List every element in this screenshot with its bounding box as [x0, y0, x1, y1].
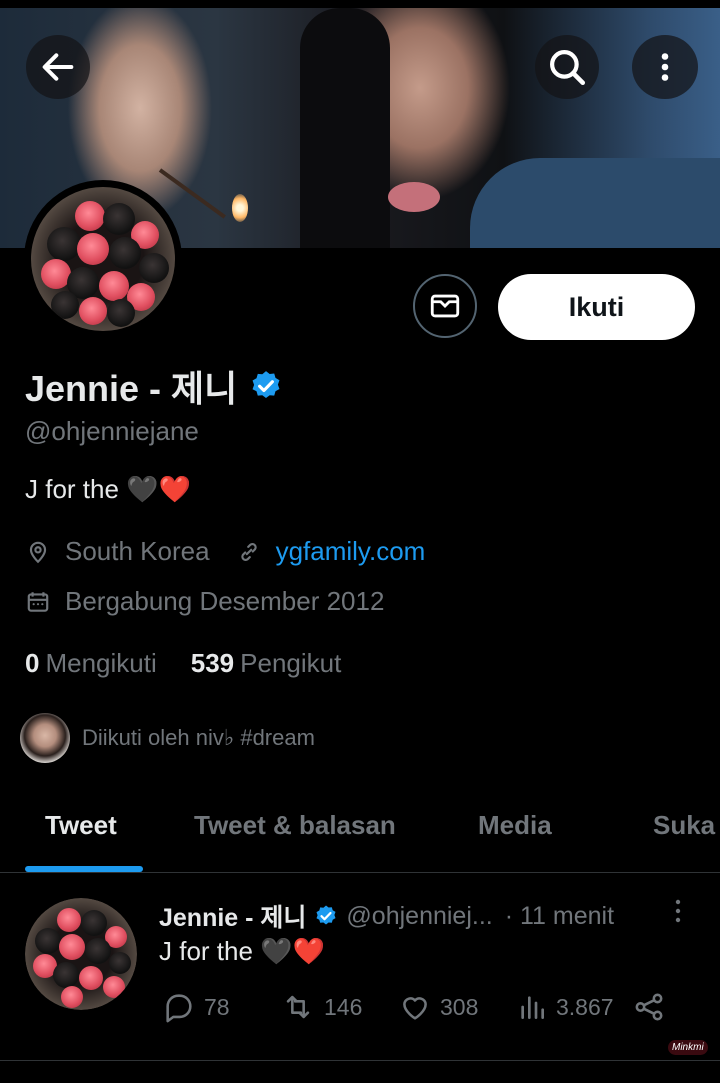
link-icon [236, 539, 262, 565]
views-action[interactable]: 3.867 [516, 990, 614, 1024]
message-button[interactable] [413, 274, 477, 338]
mail-icon [430, 294, 460, 318]
profile-stats: 0 Mengikuti 539 Pengikut [25, 648, 341, 679]
views-count: 3.867 [556, 993, 614, 1020]
followers-stat[interactable]: 539 Pengikut [191, 648, 342, 679]
more-vertical-icon [661, 53, 669, 81]
tab-media[interactable]: Media [478, 810, 552, 841]
profile-avatar[interactable] [24, 180, 182, 338]
tab-tweet[interactable]: Tweet [45, 810, 117, 841]
profile-meta-joined: Bergabung Desember 2012 [25, 586, 384, 617]
tweet-text: J for the 🖤❤️ [159, 936, 325, 966]
tweet-author-handle[interactable]: @ohjenniej... [346, 902, 492, 931]
more-button[interactable] [632, 35, 698, 99]
retweet-count: 146 [324, 993, 363, 1020]
followers-count: 539 [190, 648, 235, 678]
search-button[interactable] [535, 35, 599, 99]
retweet-action[interactable]: 146 [280, 990, 362, 1024]
following-count: 0 [25, 648, 40, 678]
following-stat[interactable]: 0 Mengikuti [25, 648, 157, 679]
banner-lips [388, 182, 440, 212]
verified-badge-icon[interactable] [249, 369, 283, 403]
arrow-left-icon [42, 53, 74, 81]
tweet-avatar-image [25, 898, 137, 1010]
profile-name: Jennie - 제니 [25, 360, 283, 412]
profile-tabs: Tweet Tweet & balasan Media Suka [0, 790, 720, 873]
location-text: South Korea [65, 536, 210, 566]
followed-by-text: Diikuti oleh niv♭ #dream [82, 725, 315, 750]
banner-jacket [470, 158, 720, 248]
follower-avatar [20, 713, 70, 763]
views-icon [521, 996, 544, 1019]
profile-name-text: Jennie - 제니 [25, 368, 238, 409]
tweet-header: Jennie - 제니 @ohjenniej... · 11 menit [159, 898, 614, 934]
active-tab-indicator [25, 866, 143, 872]
search-icon [550, 50, 586, 86]
followers-label: Pengikut [240, 648, 342, 678]
followed-by-row[interactable]: Diikuti oleh niv♭ #dream [20, 713, 315, 763]
tab-likes[interactable]: Suka [653, 810, 715, 841]
verified-badge-icon [316, 905, 336, 925]
following-label: Mengikuti [45, 648, 157, 678]
follow-button[interactable]: Ikuti [498, 274, 695, 340]
tweet-avatar[interactable] [25, 898, 137, 1010]
share-action[interactable] [632, 990, 666, 1024]
banner-hair [300, 8, 390, 248]
tweet-author-name[interactable]: Jennie - 제니 [159, 898, 306, 934]
more-vertical-icon [675, 899, 681, 923]
back-button[interactable] [26, 35, 90, 99]
banner-match [158, 168, 226, 219]
reply-icon [166, 994, 192, 1023]
tweet-more-button[interactable] [666, 896, 690, 933]
tweet-actions: 78 146 308 3.867 [162, 990, 672, 1030]
watermark-logo: Minkmi [668, 1040, 708, 1055]
profile-meta-location: South Korea ygfamily.com [25, 536, 425, 567]
like-action[interactable]: 308 [398, 990, 478, 1024]
share-icon [635, 993, 663, 1021]
website-link[interactable]: ygfamily.com [276, 536, 426, 567]
tweet-timestamp[interactable]: · 11 menit [505, 902, 614, 931]
heart-icon [403, 997, 427, 1020]
calendar-icon [25, 589, 51, 615]
retweet-icon [286, 995, 310, 1019]
reply-action[interactable]: 78 [162, 990, 230, 1024]
profile-bio: J for the 🖤❤️ [25, 474, 191, 504]
reply-count: 78 [204, 993, 230, 1020]
tweet-item[interactable]: Jennie - 제니 @ohjenniej... · 11 menit J f… [0, 874, 720, 1061]
location-pin-icon [25, 539, 51, 565]
profile-handle: @ohjenniejane [25, 416, 199, 446]
avatar-image [31, 187, 175, 331]
joined-text: Bergabung Desember 2012 [65, 586, 385, 616]
banner-flame [232, 194, 248, 222]
tab-tweet-replies[interactable]: Tweet & balasan [194, 810, 396, 841]
like-count: 308 [440, 993, 479, 1020]
